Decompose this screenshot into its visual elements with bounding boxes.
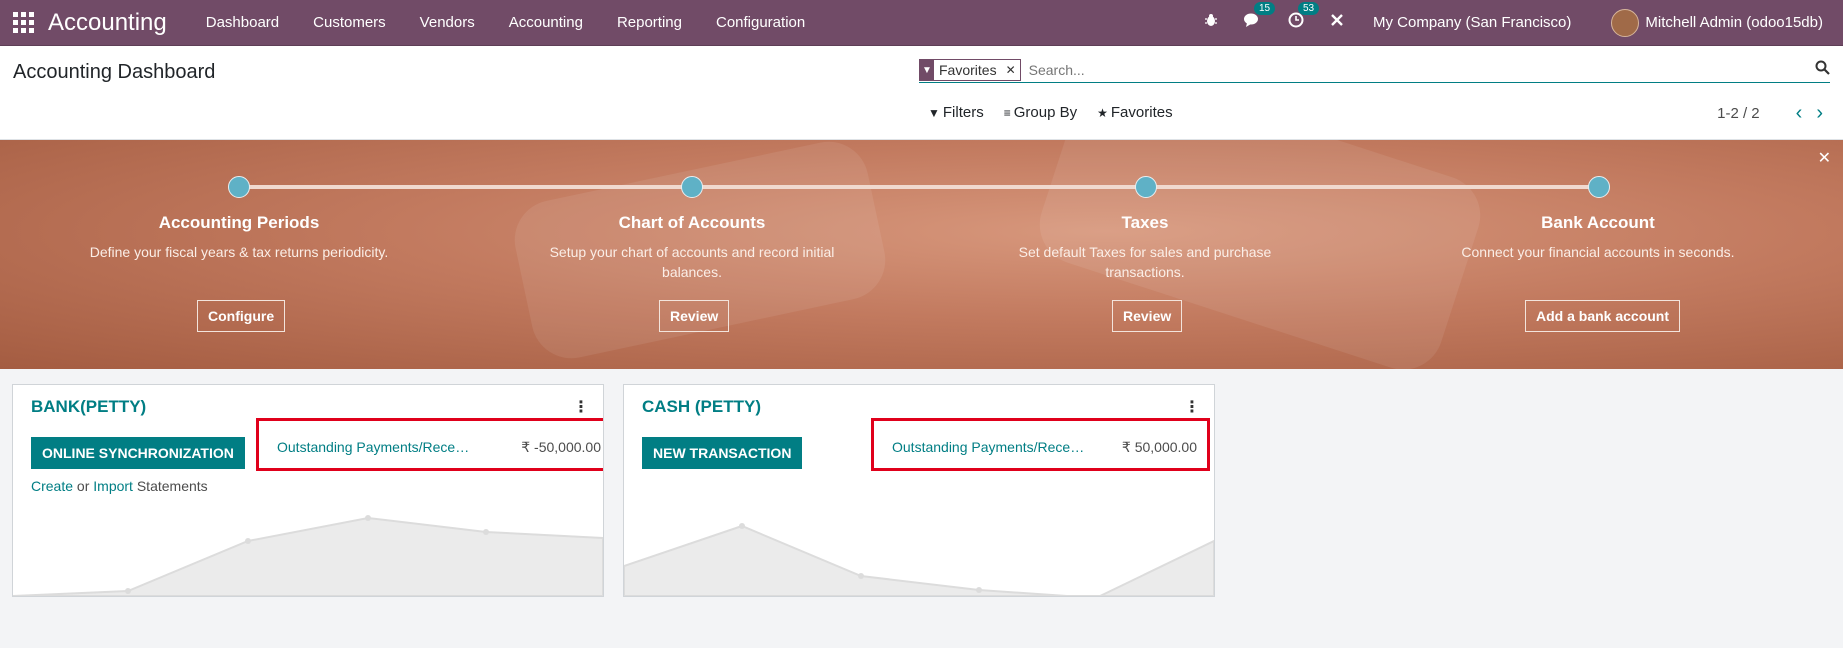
outstanding-highlight: Outstanding Payments/Receipts ₹ -50,000.…	[256, 418, 603, 471]
menu-accounting[interactable]: Accounting	[492, 14, 600, 31]
search-icon[interactable]	[1815, 60, 1830, 80]
menu-customers[interactable]: Customers	[296, 14, 403, 31]
online-sync-button[interactable]: ONLINE SYNCHRONIZATION	[31, 437, 245, 469]
user-menu[interactable]: Mitchell Admin (odoo15db)	[1645, 14, 1823, 31]
menu-configuration[interactable]: Configuration	[699, 14, 822, 31]
pager-value[interactable]: 1-2 / 2	[1717, 105, 1760, 122]
new-transaction-button[interactable]: NEW TRANSACTION	[642, 437, 803, 469]
debug-bug-icon[interactable]	[1204, 13, 1218, 32]
step-title[interactable]: Accounting Periods	[89, 213, 389, 233]
pager-next-icon[interactable]: ›	[1816, 102, 1823, 125]
messages-count-badge: 15	[1253, 2, 1276, 15]
app-brand[interactable]: Accounting	[48, 9, 167, 37]
graph-point	[125, 588, 131, 594]
graph-point	[245, 538, 251, 544]
search-input[interactable]	[1026, 61, 1830, 79]
graph-point	[976, 587, 982, 593]
page-title: Accounting Dashboard	[13, 61, 216, 83]
journal-name[interactable]: CASH (PETTY)	[642, 397, 761, 417]
filter-funnel-icon: ▼	[920, 60, 934, 80]
configure-button[interactable]: Configure	[197, 300, 286, 332]
star-icon: ★	[1097, 105, 1108, 120]
search-facet: ▼ Favorites ✕	[919, 59, 1021, 81]
onboarding-step-taxes: Taxes Set default Taxes for sales and pu…	[995, 213, 1295, 282]
onboarding-banner: Accounting Periods Define your fiscal ye…	[0, 140, 1843, 369]
tools-close-icon[interactable]	[1330, 13, 1344, 32]
facet-remove-icon[interactable]: ✕	[1002, 60, 1020, 80]
menu-dashboard[interactable]: Dashboard	[189, 14, 296, 31]
onboarding-step-periods: Accounting Periods Define your fiscal ye…	[89, 213, 389, 262]
statement-links: Create or Import Statements	[31, 478, 208, 494]
messages-icon[interactable]: 15	[1243, 2, 1276, 33]
graph-point	[739, 523, 745, 529]
step-description: Define your fiscal years & tax returns p…	[89, 244, 389, 260]
step-title[interactable]: Taxes	[995, 213, 1295, 233]
step-indicator-dot	[1135, 176, 1157, 198]
balance-graph	[624, 523, 1214, 596]
filters-button[interactable]: ▼ Filters	[928, 104, 984, 121]
statements-text: Statements	[136, 478, 208, 494]
filters-label: Filters	[942, 104, 984, 121]
activities-clock-icon[interactable]: 53	[1288, 2, 1320, 33]
outstanding-amount: ₹ 50,000.00	[1121, 439, 1197, 455]
onboarding-step-bank-account: Bank Account Connect your financial acco…	[1448, 213, 1748, 262]
menu-reporting[interactable]: Reporting	[600, 14, 699, 31]
pager-previous-icon[interactable]: ‹	[1796, 102, 1803, 125]
facet-label: Favorites	[939, 62, 997, 78]
main-navbar: Accounting Dashboard Customers Vendors A…	[0, 0, 1843, 46]
step-description: Set default Taxes for sales and purchase…	[1018, 244, 1272, 280]
onboarding-progress-line	[238, 185, 1598, 189]
close-banner-icon[interactable]: ✕	[1818, 148, 1831, 168]
outstanding-amount: ₹ -50,000.00	[521, 439, 601, 455]
graph-point	[858, 573, 864, 579]
favorites-label: Favorites	[1110, 104, 1173, 121]
import-link[interactable]: Import	[93, 478, 133, 494]
step-indicator-dot	[228, 176, 250, 198]
kebab-menu-icon[interactable]: ⋮	[573, 397, 589, 417]
or-text: or	[76, 478, 90, 494]
step-description: Connect your financial accounts in secon…	[1461, 244, 1735, 260]
journal-name[interactable]: BANK(PETTY)	[31, 397, 146, 417]
graph-point	[483, 529, 489, 535]
graph-point	[365, 515, 371, 521]
step-title[interactable]: Bank Account	[1448, 213, 1748, 233]
group-by-button[interactable]: ≡ Group By	[1004, 104, 1077, 121]
outstanding-payments-link[interactable]: Outstanding Payments/Receipts	[277, 439, 472, 455]
filter-icon: ▼	[928, 105, 940, 120]
balance-graph	[13, 515, 603, 596]
pager: 1-2 / 2 ‹ ›	[1717, 102, 1823, 125]
create-link[interactable]: Create	[31, 478, 73, 494]
outstanding-payments-link[interactable]: Outstanding Payments/Receipts	[892, 439, 1087, 455]
apps-menu-icon[interactable]	[13, 11, 35, 34]
journal-card-bank: BANK(PETTY) ⋮ ONLINE SYNCHRONIZATION Out…	[12, 384, 604, 597]
step-indicator-dot	[681, 176, 703, 198]
list-icon: ≡	[1003, 105, 1011, 120]
step-title[interactable]: Chart of Accounts	[542, 213, 842, 233]
company-switcher[interactable]: My Company (San Francisco)	[1373, 14, 1571, 31]
activities-count-badge: 53	[1297, 2, 1320, 15]
control-panel: Accounting Dashboard ▼ Favorites ✕ ▼ Fil…	[0, 46, 1843, 140]
search-bar: ▼ Favorites ✕	[919, 58, 1830, 83]
onboarding-step-chart-of-accounts: Chart of Accounts Setup your chart of ac…	[542, 213, 842, 282]
add-bank-account-button[interactable]: Add a bank account	[1525, 300, 1681, 332]
review-taxes-button[interactable]: Review	[1112, 300, 1183, 332]
review-chart-button[interactable]: Review	[659, 300, 730, 332]
user-avatar[interactable]	[1611, 8, 1640, 37]
step-description: Setup your chart of accounts and record …	[549, 244, 835, 280]
group-by-label: Group By	[1013, 104, 1078, 121]
menu-vendors[interactable]: Vendors	[403, 14, 492, 31]
journal-card-cash: CASH (PETTY) ⋮ NEW TRANSACTION Outstandi…	[623, 384, 1215, 597]
kebab-menu-icon[interactable]: ⋮	[1184, 397, 1200, 417]
favorites-button[interactable]: ★ Favorites	[1097, 104, 1172, 121]
step-indicator-dot	[1588, 176, 1610, 198]
outstanding-highlight: Outstanding Payments/Receipts ₹ 50,000.0…	[871, 418, 1210, 471]
